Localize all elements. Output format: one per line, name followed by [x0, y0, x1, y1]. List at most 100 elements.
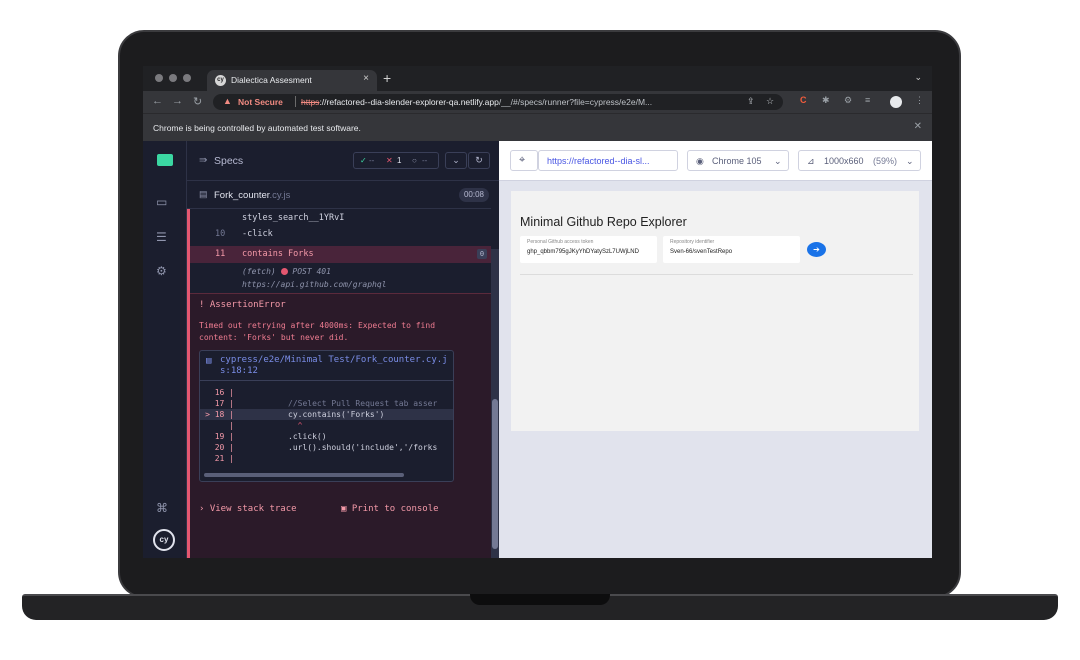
- error-message: Timed out retrying after 4000ms: Expecte…: [199, 321, 436, 342]
- command-line[interactable]: styles_search__1YRvI: [190, 213, 491, 227]
- bookmark-star-icon[interactable]: ☆: [766, 96, 774, 107]
- puzzle-icon[interactable]: ⚙: [844, 95, 852, 106]
- browser-tab[interactable]: cy Dialectica Assesment ×: [207, 70, 377, 91]
- code-line: 19 | .click(): [214, 432, 327, 441]
- cypress-logo[interactable]: cy: [153, 529, 175, 551]
- passed-count: --: [369, 156, 375, 165]
- window-zoom-dot[interactable]: [183, 74, 191, 82]
- command-text: contains Forks: [242, 249, 314, 259]
- request-status-dot: [280, 268, 288, 275]
- command-text: styles_search__1YRvI: [242, 213, 345, 223]
- forward-icon[interactable]: →: [172, 95, 183, 107]
- app-title: Minimal Github Repo Explorer: [520, 215, 687, 229]
- browser-name: Chrome 105: [712, 156, 762, 166]
- collapse-chevron-icon[interactable]: ⌄: [445, 152, 467, 169]
- pending-icon: ○: [412, 156, 417, 165]
- failed-count: 1: [397, 156, 402, 165]
- code-frame-header[interactable]: ▤ cypress/e2e/Minimal Test/Fork_counter.…: [200, 351, 453, 381]
- selector-playground-button[interactable]: ⌖: [510, 150, 538, 171]
- command-number: 10: [215, 229, 226, 239]
- file-open-icon: ▤: [206, 356, 212, 366]
- viewport-icon: ⊿: [807, 156, 815, 166]
- submit-arrow-button[interactable]: ➔: [807, 242, 826, 257]
- spec-file-name[interactable]: Fork_counter.cy.js: [214, 190, 290, 201]
- passed-check-icon: ✓: [360, 156, 367, 165]
- address-separator: [295, 96, 296, 107]
- reload-icon[interactable]: ↻: [193, 95, 202, 108]
- address-bar[interactable]: ▲ Not Secure https://refactored--dia-sle…: [213, 94, 783, 110]
- browser-menu-icon[interactable]: ⋮: [915, 95, 924, 106]
- reporter-scroll-thumb[interactable]: [492, 399, 498, 549]
- code-line-highlighted: > 18 | cy.contains('Forks'): [200, 409, 453, 420]
- specs-label[interactable]: Specs: [214, 155, 243, 167]
- tab-close-icon[interactable]: ×: [363, 73, 369, 84]
- browser-toolbar: ← → ↻ ▲ Not Secure https://refactored--d…: [143, 91, 932, 113]
- app-iframe: Minimal Github Repo Explorer Personal Gi…: [511, 191, 919, 431]
- repo-field[interactable]: Repository identifier Sven-66/svenTestRe…: [663, 236, 800, 263]
- specs-list-icon[interactable]: [157, 154, 173, 166]
- specs-menu-icon[interactable]: ⇛: [199, 155, 207, 166]
- new-tab-button[interactable]: +: [383, 70, 391, 86]
- viewport-info-button[interactable]: ⊿ 1000x660 (59%) ⌄: [798, 150, 921, 171]
- screen: cy Dialectica Assesment × + ⌄ ← → ↻ ▲ No…: [143, 66, 932, 558]
- repo-field-label: Repository identifier: [670, 239, 715, 245]
- window-close-dot[interactable]: [155, 74, 163, 82]
- profile-avatar[interactable]: [890, 96, 902, 108]
- chevron-down-icon: ⌄: [906, 156, 914, 166]
- failed-x-icon: ✕: [386, 156, 393, 165]
- debug-icon[interactable]: ☰: [156, 230, 167, 244]
- not-secure-label[interactable]: Not Secure: [238, 97, 283, 107]
- command-line[interactable]: 10 -click: [190, 229, 491, 243]
- share-icon[interactable]: ⇪: [747, 96, 755, 107]
- gear-icon[interactable]: ⚙: [156, 264, 167, 278]
- aut-url-bar[interactable]: https://refactored--dia-sl...: [538, 150, 678, 171]
- repo-field-value: Sven-66/svenTestRepo: [670, 249, 733, 255]
- failed-command-line[interactable]: 11 contains Forks 0: [190, 246, 491, 263]
- app-divider: [520, 274, 913, 275]
- fetch-log[interactable]: (fetch) POST 401 https://api.github.com/…: [242, 265, 387, 291]
- aut-url-text: https://refactored--dia-sl...: [547, 156, 650, 166]
- test-stats: ✓ -- ✕ 1 ○ --: [353, 152, 439, 169]
- tab-strip: cy Dialectica Assesment × + ⌄: [143, 66, 932, 91]
- error-title: ! AssertionError: [199, 300, 286, 310]
- code-line: 20 | .url().should('include','/forks: [214, 443, 438, 452]
- code-frame-path[interactable]: cypress/e2e/Minimal Test/Fork_counter.cy…: [220, 355, 450, 377]
- spec-duration: 00:08: [458, 188, 489, 202]
- print-to-console-button[interactable]: ▣ Print to console: [341, 504, 439, 514]
- chrome-icon: ◉: [696, 156, 704, 166]
- code-line: 16 |: [214, 388, 234, 397]
- code-frame-scrollbar[interactable]: [204, 473, 404, 477]
- window-minimize-dot[interactable]: [169, 74, 177, 82]
- token-field-value: ghp_qbbm795gJKyYhDYatySzL7UWjLND: [527, 249, 639, 255]
- aut-header: ⌖ https://refactored--dia-sl... ◉ Chrome…: [499, 141, 932, 181]
- automation-banner-text: Chrome is being controlled by automated …: [153, 123, 361, 133]
- fetch-url: https://api.github.com/graphql: [242, 280, 387, 289]
- extension-icon[interactable]: ✱: [822, 95, 830, 106]
- cypress-favicon-icon: cy: [215, 75, 226, 86]
- cypress-reporter: ⇛ Specs ✓ -- ✕ 1 ○ -- ⌄ ↻ ▤ Fork_counter…: [187, 141, 499, 558]
- rerun-icon[interactable]: ↻: [468, 152, 490, 169]
- token-field[interactable]: Personal Github access token ghp_qbbm795…: [520, 236, 657, 263]
- viewport-scale: (59%): [873, 156, 898, 166]
- tab-title: Dialectica Assesment: [231, 75, 312, 85]
- fetch-method: (fetch): [242, 267, 276, 276]
- view-stack-trace-link[interactable]: › View stack trace: [199, 504, 297, 514]
- code-line: | ^: [229, 421, 303, 430]
- tab-search-icon[interactable]: ⌄: [914, 72, 922, 83]
- url-text[interactable]: https://refactored--dia-slender-explorer…: [301, 97, 741, 107]
- token-field-label: Personal Github access token: [527, 239, 594, 245]
- reading-list-icon[interactable]: ≡: [865, 95, 870, 105]
- reporter-scrollbar[interactable]: [491, 249, 499, 558]
- code-frame: ▤ cypress/e2e/Minimal Test/Fork_counter.…: [199, 350, 454, 482]
- laptop-notch: [470, 594, 610, 605]
- back-icon[interactable]: ←: [152, 95, 163, 107]
- banner-close-icon[interactable]: ✕: [914, 121, 922, 132]
- warning-icon: ▲: [223, 96, 232, 106]
- fetch-status: POST 401: [292, 267, 331, 276]
- keyboard-shortcuts-icon[interactable]: ⌘: [156, 501, 168, 515]
- pending-count: --: [422, 156, 428, 165]
- extension-red-icon[interactable]: C: [800, 95, 807, 105]
- browser-select[interactable]: ◉ Chrome 105 ⌄: [687, 150, 789, 171]
- cypress-nav-rail: ▭ ☰ ⚙ ⌘ cy: [143, 141, 187, 558]
- runs-icon[interactable]: ▭: [156, 195, 167, 209]
